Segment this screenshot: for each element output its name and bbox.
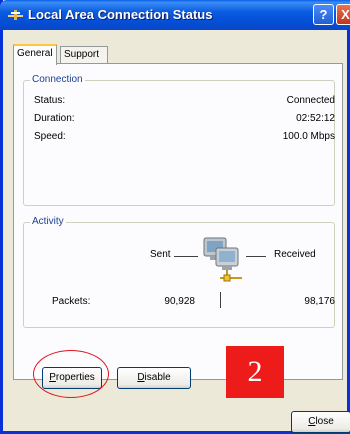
tab-support[interactable]: Support	[60, 46, 108, 64]
duration-label: Duration:	[34, 113, 75, 124]
close-window-button[interactable]: X	[336, 4, 350, 25]
window-title: Local Area Connection Status	[28, 7, 213, 22]
received-line	[246, 256, 266, 257]
disable-button[interactable]: Disable	[117, 367, 191, 389]
speed-label: Speed:	[34, 131, 66, 142]
connection-group-title: Connection	[30, 74, 85, 85]
duration-value: 02:52:12	[296, 113, 335, 124]
packets-received-value: 98,176	[304, 296, 335, 307]
sent-label: Sent	[150, 249, 171, 260]
status-dialog: Local Area Connection Status ? X General…	[0, 0, 350, 434]
network-computers-icon	[203, 237, 242, 282]
activity-group-title: Activity	[30, 216, 66, 227]
disable-label-rest: isable	[144, 372, 171, 383]
packets-sent-value: 90,928	[164, 296, 195, 307]
activity-group: Activity	[23, 216, 335, 328]
speed-value: 100.0 Mbps	[282, 131, 335, 142]
title-bar[interactable]: Local Area Connection Status ? X	[0, 0, 350, 30]
close-button[interactable]: Close	[291, 411, 350, 433]
help-button[interactable]: ?	[313, 4, 334, 25]
close-label-rest: lose	[315, 416, 334, 427]
received-label: Received	[274, 249, 316, 260]
status-value: Connected	[286, 95, 335, 106]
status-label: Status:	[34, 95, 66, 106]
network-connection-icon	[8, 10, 23, 20]
tab-general[interactable]: General	[13, 44, 57, 65]
sent-line	[174, 256, 198, 257]
packets-label: Packets:	[52, 296, 91, 307]
properties-highlight-ellipse	[33, 350, 109, 398]
step-number-badge: 2	[226, 346, 284, 398]
packets-divider	[220, 292, 221, 308]
disable-accel: D	[137, 372, 145, 383]
